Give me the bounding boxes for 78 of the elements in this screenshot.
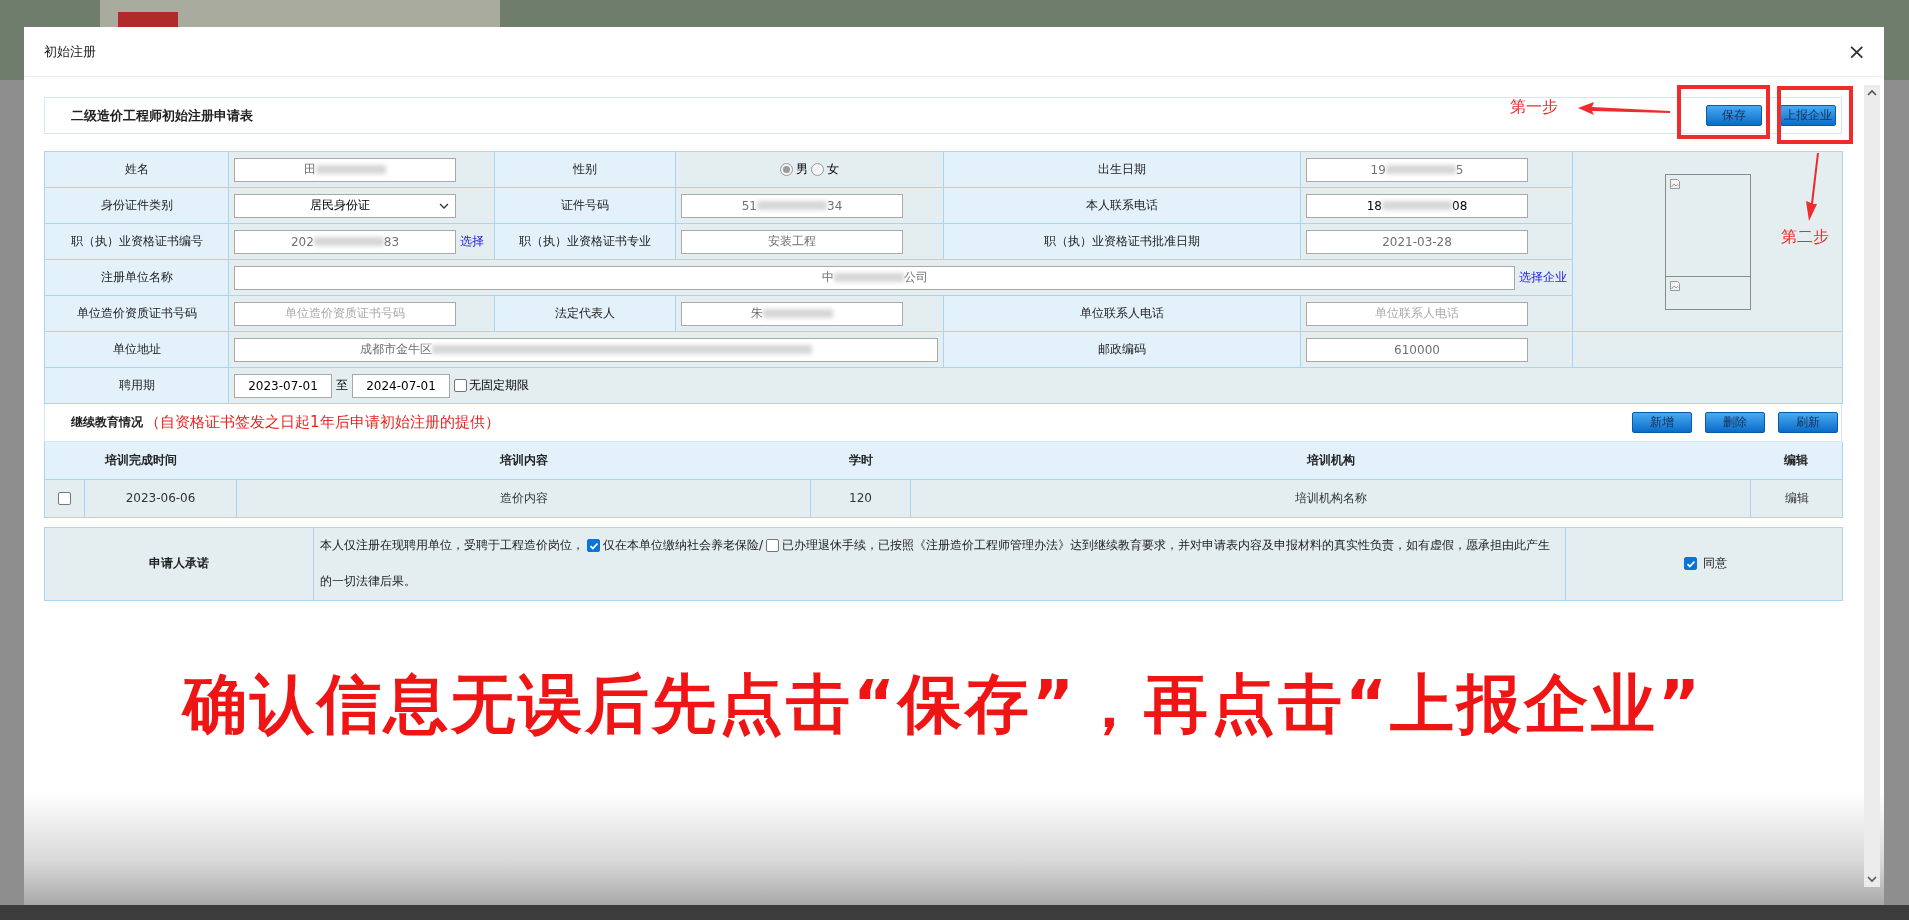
checkbox[interactable] (766, 539, 780, 552)
field-label: 身份证件类别 (100, 198, 173, 212)
form-title: 二级造价工程师初始注册申请表 (71, 106, 253, 125)
input-field[interactable]: 2023-07-01 (234, 373, 332, 398)
input-field[interactable]: 51 34 (681, 193, 903, 218)
field-label: 单位联系人电话 (1080, 306, 1164, 320)
checkbox[interactable] (587, 539, 600, 552)
table-cell: 120 (849, 491, 872, 505)
close-button[interactable]: × (1847, 40, 1866, 63)
radio-button[interactable] (811, 163, 824, 176)
checkbox-label: 同意 (1703, 555, 1727, 572)
dropdown[interactable]: 居民身份证 (234, 193, 456, 218)
field-label: 本人联系电话 (1086, 198, 1158, 212)
column-header: 编辑 (1784, 452, 1809, 467)
caret-icon (439, 202, 449, 209)
annotation-text: 第一步 (1510, 97, 1558, 118)
field-label: 注册单位名称 (100, 270, 173, 284)
caption-text: 确认信息无误后先点击“保存”，再点击“上报企业” (182, 666, 1704, 741)
action-button[interactable]: 新增 (1632, 412, 1692, 433)
radio-label: 女 (827, 161, 839, 178)
annotation-text: 第二步 (1781, 227, 1829, 248)
field-label: 出生日期 (1098, 162, 1146, 176)
field-label: 法定代表人 (555, 306, 615, 320)
input-field[interactable]: 202 83 (234, 229, 456, 254)
field-text: 至 (336, 377, 348, 394)
statement-text: 本人仅注册在现聘用单位，受聘于工程造价岗位， (320, 537, 584, 554)
column-header: 培训完成时间 (104, 452, 177, 467)
radio-label: 男 (796, 161, 808, 178)
broken-image-icon (1668, 279, 1681, 292)
checkbox[interactable] (454, 379, 467, 392)
action-button[interactable]: 刷新 (1778, 412, 1838, 433)
action-button[interactable]: 删除 (1705, 412, 1765, 433)
action-button[interactable]: 保存 (1706, 105, 1762, 126)
input-field[interactable]: 2021-03-28 (1306, 229, 1528, 254)
field-label: 单位地址 (112, 342, 161, 356)
field-label: 姓名 (124, 162, 149, 176)
table-cell: 2023-06-06 (125, 491, 196, 505)
input-field[interactable]: 田 (234, 157, 456, 182)
statement-text: 仅在本单位缴纳社会养老保险/ (603, 537, 764, 554)
field-label: 职（执）业资格证书编号 (70, 234, 203, 248)
field-label: 单位造价资质证书号码 (76, 306, 197, 320)
broken-image-icon (1668, 177, 1681, 190)
input-field[interactable]: 610000 (1306, 337, 1528, 362)
table-cell: 编辑 (1784, 490, 1809, 505)
column-header: 培训内容 (499, 452, 548, 467)
statement-text: 的一切法律后果。 (320, 573, 416, 590)
input-field[interactable]: 2024-07-01 (352, 373, 450, 398)
field-label: 职（执）业资格证书专业 (519, 234, 651, 248)
field-label: 证件号码 (561, 198, 609, 212)
table-cell: 培训机构名称 (1294, 490, 1367, 505)
input-field[interactable]: 19 5 (1306, 157, 1528, 182)
action-button[interactable]: 上报企业 (1780, 105, 1836, 126)
dialog-title: 初始注册 (44, 42, 96, 61)
input-field[interactable]: 18 08 (1306, 193, 1528, 218)
checkbox[interactable] (1684, 557, 1697, 570)
link[interactable]: 选择企业 (1519, 269, 1567, 286)
logo-icon (118, 12, 178, 27)
checkbox[interactable] (58, 492, 71, 505)
input-field[interactable]: 成都市金牛区 (234, 337, 938, 362)
input-field[interactable]: 安装工程 (681, 229, 903, 254)
input-field[interactable]: 朱 (681, 301, 903, 326)
annotation-arrow (1804, 153, 1820, 221)
field-label: 邮政编码 (1098, 342, 1146, 356)
field-label: 申请人承诺 (149, 556, 209, 570)
field-label: 聘用期 (118, 378, 155, 392)
field-label: 性别 (573, 162, 597, 176)
section-title: 继续教育情况 (71, 414, 143, 431)
field-label: 职（执）业资格证书批准日期 (1044, 234, 1200, 248)
column-header: 学时 (848, 452, 873, 467)
radio-button[interactable] (780, 163, 793, 176)
section-note: （自资格证书签发之日起1年后申请初始注册的提供） (145, 413, 500, 432)
checkbox-label: 无固定期限 (469, 377, 529, 394)
statement-text: 已办理退休手续，已按照《注册造价工程师管理办法》达到继续教育要求，并对申请表内容及申报材料的真实性负责，如有虚假，愿承担由此产生 (782, 537, 1551, 554)
scrollbar[interactable] (1864, 85, 1880, 887)
column-header: 培训机构 (1306, 452, 1355, 467)
input-field[interactable]: 中 公司 (234, 265, 1515, 290)
link[interactable]: 选择 (460, 233, 484, 250)
table-cell: 造价内容 (499, 490, 548, 505)
